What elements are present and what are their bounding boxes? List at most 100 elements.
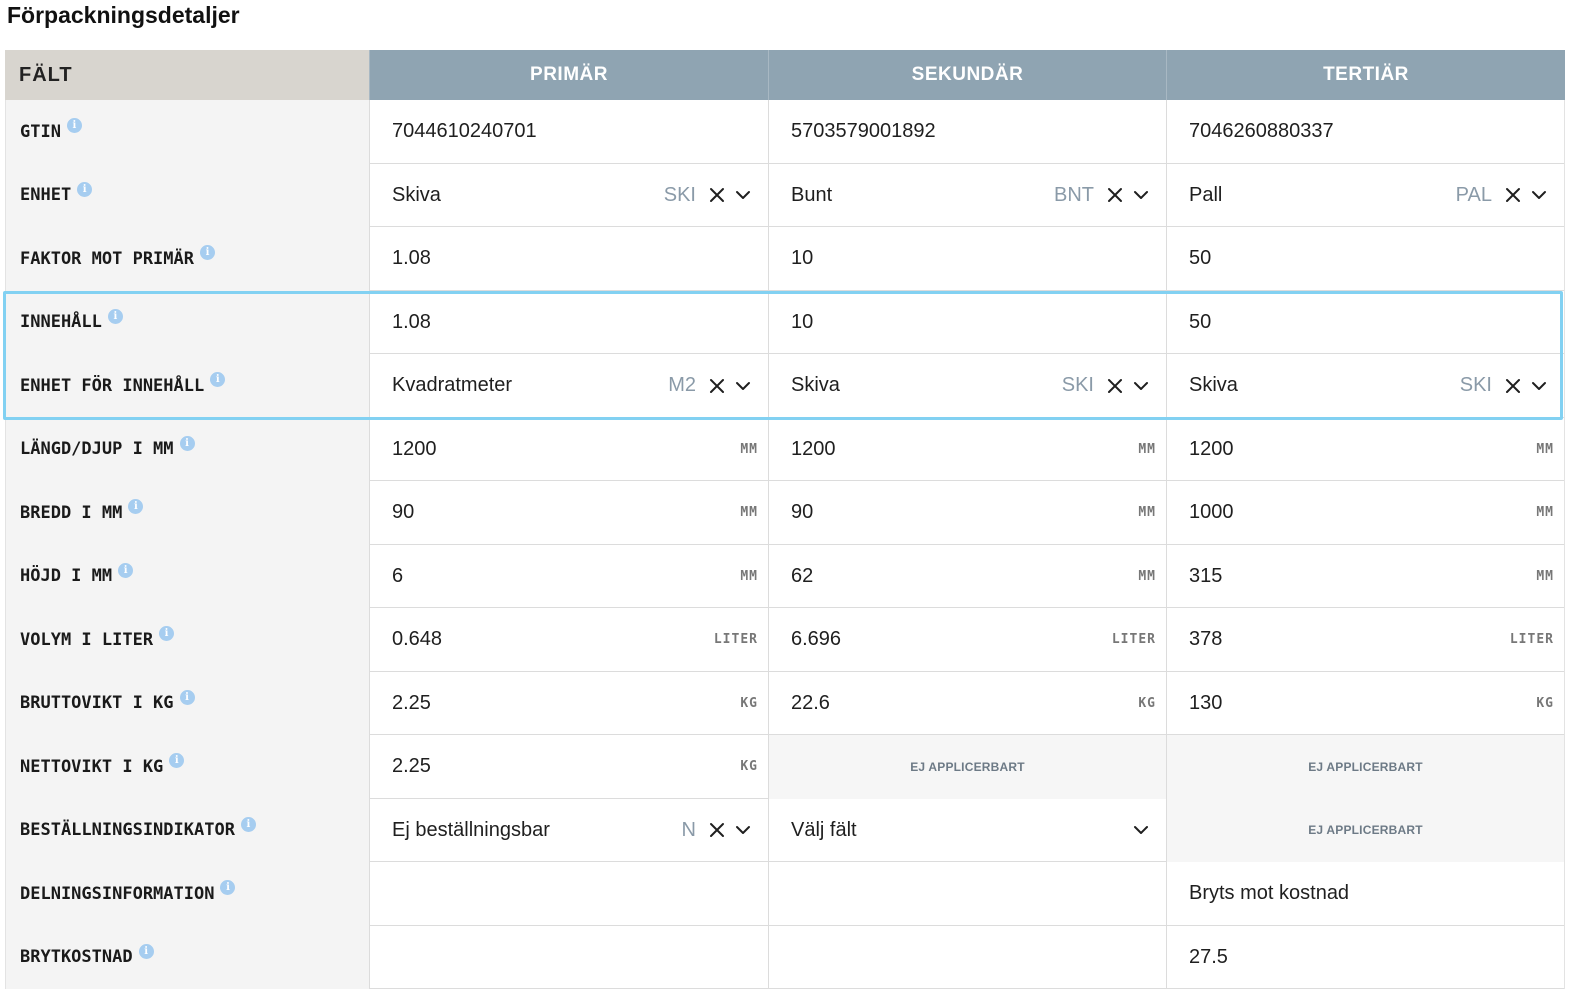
- clear-icon[interactable]: [708, 186, 726, 204]
- info-icon[interactable]: i: [169, 753, 185, 769]
- cell-value[interactable]: Kvadratmeter: [392, 374, 512, 397]
- info-icon[interactable]: i: [77, 181, 93, 197]
- cell-value[interactable]: 1000: [1189, 501, 1234, 524]
- cell-secondary[interactable]: 90 MM: [768, 481, 1166, 545]
- clear-icon[interactable]: [1106, 186, 1124, 204]
- cell-value[interactable]: Skiva: [392, 184, 441, 207]
- cell-secondary[interactable]: 22.6 KG: [768, 671, 1166, 735]
- info-icon[interactable]: i: [200, 245, 215, 261]
- cell-tertiary[interactable]: 27.5: [1166, 925, 1565, 989]
- cell-value[interactable]: Skiva: [791, 374, 840, 397]
- chevron-down-icon[interactable]: [1132, 821, 1150, 839]
- cell-value[interactable]: 5703579001892: [791, 120, 936, 143]
- cell-primary[interactable]: Skiva SKI: [369, 163, 768, 227]
- info-icon[interactable]: i: [138, 943, 154, 959]
- cell-secondary[interactable]: 6.696 LITER: [768, 608, 1166, 672]
- cell-value[interactable]: 378: [1189, 628, 1222, 651]
- cell-tertiary[interactable]: 7046260880337: [1166, 100, 1565, 164]
- cell-value[interactable]: Ej beställningsbar: [392, 819, 550, 842]
- cell-value[interactable]: Välj fält: [791, 819, 857, 842]
- cell-secondary[interactable]: 5703579001892: [768, 100, 1166, 164]
- empty-input-primary[interactable]: [369, 862, 768, 926]
- cell-value[interactable]: 2.25: [392, 755, 431, 778]
- cell-value[interactable]: Bryts mot kostnad: [1189, 882, 1349, 905]
- cell-value[interactable]: 90: [791, 501, 813, 524]
- chevron-down-icon[interactable]: [1132, 377, 1150, 395]
- cell-secondary[interactable]: Välj fält: [768, 798, 1166, 862]
- cell-tertiary[interactable]: Skiva SKI: [1166, 354, 1565, 418]
- clear-icon[interactable]: [1504, 377, 1522, 395]
- info-icon[interactable]: i: [107, 308, 123, 324]
- cell-value[interactable]: 22.6: [791, 692, 830, 715]
- cell-tertiary[interactable]: 130 KG: [1166, 671, 1565, 735]
- clear-icon[interactable]: [1106, 377, 1124, 395]
- cell-secondary[interactable]: Bunt BNT: [768, 163, 1166, 227]
- cell-value[interactable]: Pall: [1189, 184, 1222, 207]
- info-icon[interactable]: i: [240, 816, 256, 832]
- chevron-down-icon[interactable]: [1132, 186, 1150, 204]
- cell-value[interactable]: 50: [1189, 247, 1211, 270]
- cell-value[interactable]: Bunt: [791, 184, 832, 207]
- chevron-down-icon[interactable]: [1530, 186, 1548, 204]
- cell-primary[interactable]: 1.08: [369, 227, 768, 291]
- cell-value[interactable]: 0.648: [392, 628, 442, 651]
- cell-tertiary[interactable]: Pall PAL: [1166, 163, 1565, 227]
- cell-secondary[interactable]: Skiva SKI: [768, 354, 1166, 418]
- cell-primary[interactable]: 7044610240701: [369, 100, 768, 164]
- cell-value[interactable]: 10: [791, 247, 813, 270]
- cell-primary[interactable]: Ej beställningsbar N: [369, 798, 768, 862]
- cell-tertiary[interactable]: 1000 MM: [1166, 481, 1565, 545]
- cell-primary[interactable]: 2.25 KG: [369, 735, 768, 799]
- cell-primary[interactable]: 1.08: [369, 290, 768, 354]
- cell-value[interactable]: 1200: [392, 438, 437, 461]
- empty-input-secondary[interactable]: [768, 925, 1166, 989]
- chevron-down-icon[interactable]: [734, 377, 752, 395]
- cell-value[interactable]: 6.696: [791, 628, 841, 651]
- cell-tertiary[interactable]: 378 LITER: [1166, 608, 1565, 672]
- cell-value[interactable]: 27.5: [1189, 946, 1228, 969]
- cell-value[interactable]: 62: [791, 565, 813, 588]
- info-icon[interactable]: i: [179, 435, 195, 451]
- clear-icon[interactable]: [708, 377, 726, 395]
- info-icon[interactable]: i: [66, 118, 82, 134]
- info-icon[interactable]: i: [210, 372, 226, 388]
- cell-value[interactable]: 10: [791, 311, 813, 334]
- info-icon[interactable]: i: [179, 689, 195, 705]
- cell-value[interactable]: 130: [1189, 692, 1222, 715]
- cell-tertiary[interactable]: 50: [1166, 290, 1565, 354]
- clear-icon[interactable]: [1504, 186, 1522, 204]
- chevron-down-icon[interactable]: [734, 186, 752, 204]
- cell-secondary[interactable]: 62 MM: [768, 544, 1166, 608]
- cell-value[interactable]: Skiva: [1189, 374, 1238, 397]
- chevron-down-icon[interactable]: [1530, 377, 1548, 395]
- info-icon[interactable]: i: [128, 499, 144, 515]
- cell-tertiary[interactable]: 1200 MM: [1166, 417, 1565, 481]
- cell-primary[interactable]: 90 MM: [369, 481, 768, 545]
- cell-value[interactable]: 7046260880337: [1189, 120, 1334, 143]
- cell-value[interactable]: 2.25: [392, 692, 431, 715]
- cell-primary[interactable]: 0.648 LITER: [369, 608, 768, 672]
- cell-primary[interactable]: 6 MM: [369, 544, 768, 608]
- cell-value[interactable]: 90: [392, 501, 414, 524]
- cell-value[interactable]: 6: [392, 565, 403, 588]
- cell-secondary[interactable]: 1200 MM: [768, 417, 1166, 481]
- cell-value[interactable]: 1200: [1189, 438, 1234, 461]
- cell-tertiary[interactable]: 315 MM: [1166, 544, 1565, 608]
- cell-value[interactable]: 315: [1189, 565, 1222, 588]
- cell-value[interactable]: 1.08: [392, 247, 431, 270]
- cell-value[interactable]: 1200: [791, 438, 836, 461]
- cell-value[interactable]: 7044610240701: [392, 120, 537, 143]
- cell-tertiary[interactable]: Bryts mot kostnad: [1166, 862, 1565, 926]
- chevron-down-icon[interactable]: [734, 821, 752, 839]
- clear-icon[interactable]: [708, 821, 726, 839]
- info-icon[interactable]: i: [220, 880, 236, 896]
- info-icon[interactable]: i: [118, 562, 134, 578]
- cell-primary[interactable]: 2.25 KG: [369, 671, 768, 735]
- empty-input-secondary[interactable]: [768, 862, 1166, 926]
- info-icon[interactable]: i: [159, 626, 175, 642]
- empty-input-primary[interactable]: [369, 925, 768, 989]
- cell-secondary[interactable]: 10: [768, 290, 1166, 354]
- cell-secondary[interactable]: 10: [768, 227, 1166, 291]
- cell-value[interactable]: 1.08: [392, 311, 431, 334]
- cell-primary[interactable]: 1200 MM: [369, 417, 768, 481]
